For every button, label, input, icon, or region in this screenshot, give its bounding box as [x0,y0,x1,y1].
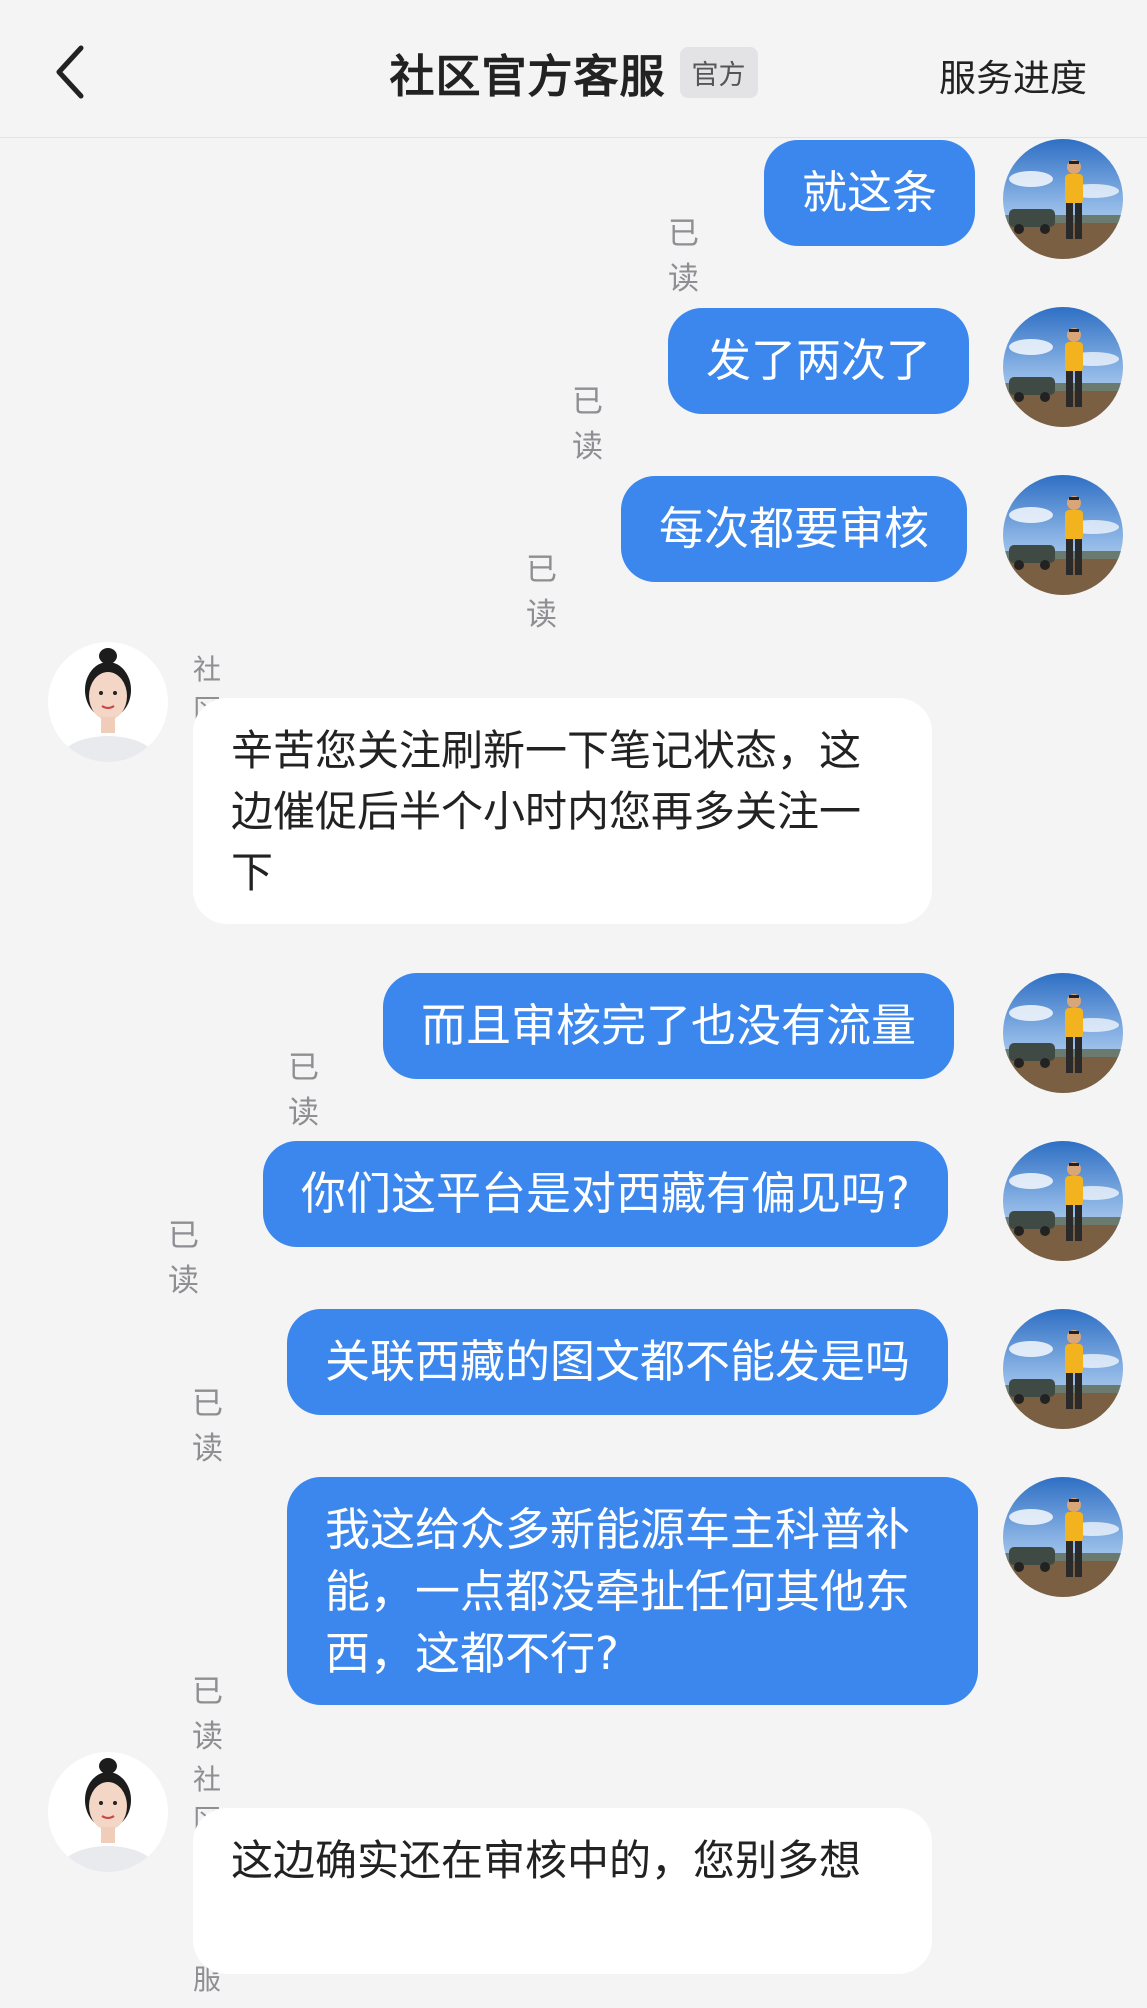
message-bubble[interactable]: 关联西藏的图文都不能发是吗 [287,1309,949,1415]
message-bubble[interactable]: 发了两次了 [668,308,970,414]
message-bubble[interactable]: 每次都要审核 [621,476,968,582]
message-bubble[interactable]: 就这条 [764,140,976,246]
read-status: 已读 [288,1050,319,1131]
chat-header: 社区官方客服 官方 服务进度 [0,0,1147,138]
official-badge: 官方 [679,46,758,98]
message-bubble[interactable]: 我这给众多新能源车主科普补能，一点都没牵扯任何其他东西，这都不行? [287,1477,978,1705]
message-bubble[interactable]: 而且审核完了也没有流量 [383,973,955,1079]
user-avatar[interactable] [1003,973,1123,1093]
user-avatar[interactable] [1003,139,1123,259]
read-status: 已读 [668,216,699,297]
user-avatar[interactable] [1003,1141,1123,1261]
read-status: 已读 [168,1218,199,1299]
service-progress-button[interactable]: 服务进度 [939,48,1087,102]
message-bubble[interactable]: 这边确实还在审核中的，您别多想 [193,1808,932,1974]
message-bubble[interactable]: 你们这平台是对西藏有偏见吗? [263,1141,948,1247]
read-status: 已读 [192,1386,223,1467]
user-avatar[interactable] [1003,475,1123,595]
read-status: 已读 [572,384,603,465]
user-avatar[interactable] [1003,1309,1123,1429]
user-avatar[interactable] [1003,1477,1123,1597]
read-status: 已读 [526,552,557,633]
agent-avatar[interactable] [48,642,168,762]
page-title: 社区官方客服 [389,49,666,103]
read-status: 已读 [192,1674,223,1755]
message-bubble[interactable]: 辛苦您关注刷新一下笔记状态，这边催促后半个小时内您再多关注一下 [193,698,932,924]
user-avatar[interactable] [1003,307,1123,427]
agent-avatar[interactable] [48,1752,168,1872]
